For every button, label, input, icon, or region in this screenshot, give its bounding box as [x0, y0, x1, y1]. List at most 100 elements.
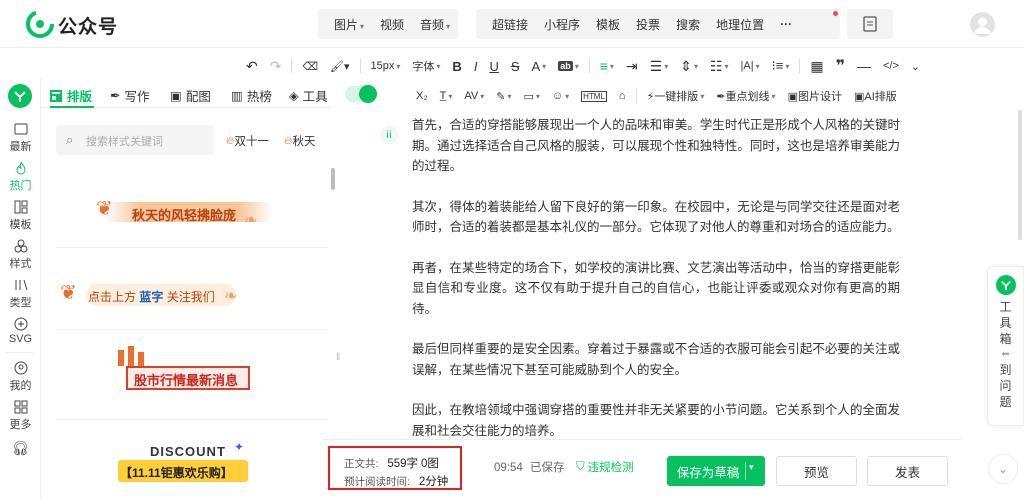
one-click-layout-button[interactable]: ⚡ 一键排版 ▾ — [647, 88, 705, 104]
headset-icon[interactable]: 🎧︎ — [0, 440, 41, 457]
list-icon[interactable]: ⁝≡ ▾ — [772, 58, 790, 74]
left-rail: 最新 热门 模板 样式 类型 SVG 我的 更多 🎧︎ — [0, 78, 41, 499]
image-design-button[interactable]: ▣ 图片设计 — [788, 88, 842, 104]
wechat-logo-icon — [26, 10, 54, 41]
rail-item-svg[interactable]: SVG — [0, 317, 41, 345]
hot-tag-double11[interactable]: 🔥︎ 双十一 — [226, 133, 269, 149]
font-color-icon[interactable]: A ▾ — [532, 59, 547, 74]
save-options-dropdown[interactable]: ▾ — [749, 462, 754, 473]
ai-layout-button[interactable]: ▣ AI排版 — [854, 88, 897, 104]
tab-layout[interactable]: 排版 — [50, 86, 92, 105]
grid-icon — [14, 400, 27, 414]
leaf-icon: ❧ — [244, 212, 258, 229]
tab-tools[interactable]: ◈ 工具 — [289, 86, 328, 105]
code-icon[interactable]: </> — [883, 60, 899, 72]
rail-item-mine[interactable]: 我的 — [0, 361, 41, 393]
undo-icon[interactable]: ↶ — [246, 58, 258, 75]
rail-item-template[interactable]: 模板 — [0, 200, 41, 232]
more-button[interactable]: ··· — [780, 17, 792, 31]
hyperlink-button[interactable]: 超链接 — [492, 16, 528, 33]
article-paragraph[interactable]: 再者，在某些特定的场合下，如学校的演讲比赛、文艺演出等活动中，恰当的穿搭更能彰显… — [380, 258, 900, 320]
chart-icon[interactable]: ▭ ▾ — [523, 90, 539, 103]
paragraph-spacing-icon[interactable]: ☰ ▾ — [650, 58, 669, 75]
tab-trending[interactable]: ▥ 热榜 — [231, 86, 272, 105]
tab-image[interactable]: ▣ 配图 — [170, 86, 211, 105]
to-issue-label: 到问题 — [999, 363, 1012, 409]
rail-item-hot[interactable]: 热门 — [0, 161, 41, 193]
letter-spacing-av-icon[interactable]: AV ▾ — [464, 90, 484, 102]
hot-tag-autumn[interactable]: 🔥︎ 秋天 — [284, 133, 315, 149]
align-left-icon[interactable]: ≡ ▾ — [600, 58, 614, 74]
subscript-icon[interactable]: X₂ — [416, 90, 428, 102]
style-card-autumn[interactable]: ❦ 秋天的风轻拂脸庞 ❧ — [56, 168, 329, 248]
document-icon[interactable] — [847, 9, 893, 39]
editor-scrollbar[interactable] — [1018, 110, 1022, 240]
divider-icon[interactable]: — — [857, 58, 871, 74]
superscript-icon[interactable]: T̲ ▾ — [440, 90, 453, 102]
line-spacing-icon[interactable]: ⇕ ▾ — [680, 58, 698, 75]
table-icon[interactable]: ▦ — [810, 58, 823, 75]
hot-tag-label: 双十一 — [234, 136, 269, 148]
article-paragraph[interactable]: 最后但同样重要的是安全因素。穿着过于暴露或不合适的衣服可能会引起不必要的关注或误… — [380, 339, 900, 380]
rail-label: 更多 — [9, 419, 32, 431]
html-icon[interactable]: HTML — [581, 90, 607, 102]
redo-icon[interactable]: ↷ — [270, 58, 282, 75]
underline-icon[interactable]: U — [489, 59, 498, 74]
article-paragraph[interactable]: 其次，得体的着装能给人留下良好的第一印象。在校园中，无论是与同学交往还是面对老师… — [380, 197, 900, 238]
insert-audio-button[interactable]: 音频 ▾ — [420, 16, 450, 33]
tab-label: 排版 — [67, 90, 93, 104]
highlight-button[interactable]: ✒ 重点划线 ▾ — [716, 88, 775, 104]
publish-button[interactable]: 发表 — [867, 456, 948, 486]
strikethrough-icon[interactable]: S — [511, 59, 520, 74]
emoji-icon[interactable]: ☺ ▾ — [552, 90, 569, 102]
letter-spacing-icon[interactable]: |A| ▾ — [741, 60, 760, 72]
bold-icon[interactable]: B — [452, 59, 461, 74]
style-card-stock[interactable]: 股市行情最新消息 — [56, 332, 329, 420]
preview-button[interactable]: 预览 — [776, 456, 857, 486]
rail-item-type[interactable]: 类型 — [0, 278, 41, 310]
template-button[interactable]: 模板 — [596, 16, 620, 33]
preview-label: 预览 — [803, 465, 829, 480]
style-card-discount[interactable]: DISCOUNT ✦ 【11.11钜惠欢乐购】 — [56, 422, 329, 499]
style-card-follow[interactable]: ❦ 点击上方 蓝字 关注我们 ❧ — [56, 250, 329, 330]
article-paragraph[interactable]: 首先，合适的穿搭能够展现出一个人的品味和审美。学生时代正是形成个人风格的关键时期… — [380, 115, 900, 177]
card-text: 点击上方 — [88, 290, 137, 304]
user-avatar[interactable] — [970, 12, 995, 37]
mini-program-button[interactable]: 小程序 — [544, 16, 580, 33]
paragraph-format-icon[interactable]: ☷ ▾ — [710, 58, 729, 75]
insert-image-button[interactable]: 图片 ▾ — [334, 16, 364, 33]
insert-video-button[interactable]: 视频 — [380, 16, 404, 33]
search-button[interactable]: 搜索 — [676, 16, 700, 33]
font-size-select[interactable]: 15px ▾ — [371, 60, 401, 72]
toolbox-label: 工具箱 — [999, 300, 1012, 346]
user-icon — [14, 361, 27, 375]
italic-icon[interactable]: I — [474, 59, 478, 74]
resize-handle[interactable]: ‖ — [336, 352, 340, 363]
rail-label: 模板 — [9, 219, 32, 231]
violation-check-link[interactable]: ⛉ 违规检测 — [576, 459, 634, 475]
location-button[interactable]: 地理位置 — [716, 16, 764, 33]
article-paragraph[interactable]: 因此，在教培领域中强调穿搭的重要性并非无关紧要的小节问题。它关系到个人的全面发展… — [380, 400, 900, 441]
toolbox-icon[interactable]: ⌂ — [619, 90, 626, 102]
format-painter-icon[interactable]: 🖌▾ — [330, 60, 350, 73]
rail-item-style[interactable]: 样式 — [0, 239, 41, 271]
quote-icon[interactable]: ❞ — [836, 56, 845, 76]
tab-write[interactable]: ✒ 写作 — [110, 86, 150, 105]
indent-icon[interactable]: ⇥ — [626, 58, 638, 75]
rail-item-latest[interactable]: 最新 — [0, 122, 41, 154]
vote-button[interactable]: 投票 — [636, 16, 660, 33]
background-color-icon[interactable]: ab ▾ — [558, 61, 579, 71]
toggle-switch[interactable] — [345, 85, 377, 103]
panel-scrollbar[interactable] — [331, 168, 335, 190]
clear-format-icon[interactable]: ⌫ — [302, 60, 318, 73]
rail-item-more[interactable]: 更多 — [0, 400, 41, 432]
magic-wand-icon[interactable]: ✎ ▾ — [496, 90, 511, 103]
search-icon: ⌕ — [66, 132, 74, 147]
collapse-icon[interactable]: ⌄ — [911, 60, 920, 73]
font-family-select[interactable]: 字体 ▾ — [412, 58, 440, 74]
save-status: 已保存 — [529, 462, 565, 474]
right-toolbox[interactable]: 工具箱 ⬅ 到问题 — [987, 266, 1024, 426]
scroll-down-icon[interactable]: ⌄ — [988, 454, 1018, 484]
card-text: 【11.11钜惠欢乐购】 — [120, 466, 233, 480]
article-editor[interactable]: 首先，合适的穿搭能够展现出一个人的品味和审美。学生时代正是形成个人风格的关键时期… — [380, 115, 900, 461]
